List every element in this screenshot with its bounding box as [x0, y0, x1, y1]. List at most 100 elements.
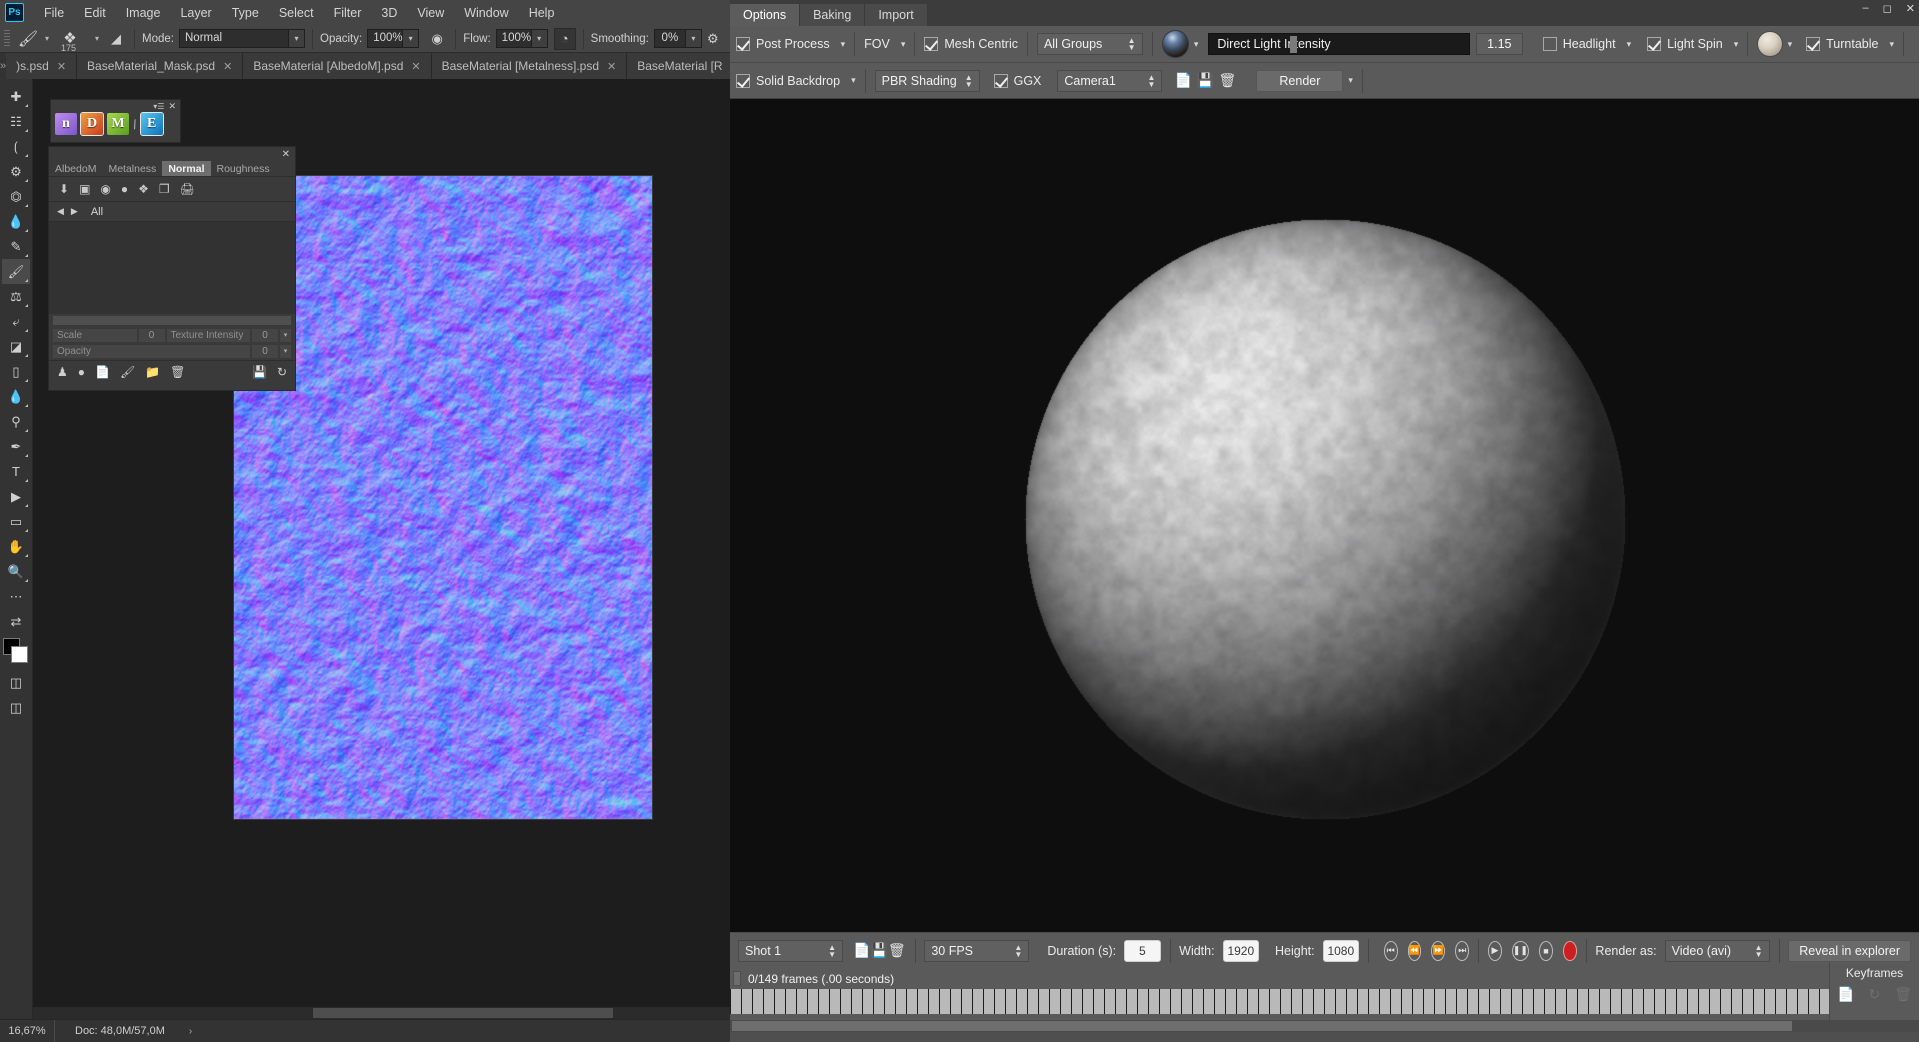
backdrop-color-swatch[interactable] [1757, 31, 1783, 57]
light-spin-chevron-down-icon[interactable]: ▾ [1734, 39, 1739, 50]
light-spin-toggle[interactable]: Light Spin ▾ [1647, 37, 1738, 51]
new-layer-icon[interactable]: 📄 [95, 365, 110, 379]
tool-clone-stamp[interactable]: ⚖ [2, 284, 30, 309]
tool-quick-select[interactable]: ⚙ [2, 159, 30, 184]
tab-baking[interactable]: Baking [800, 4, 866, 26]
headlight-chevron-down-icon[interactable]: ▾ [1627, 39, 1632, 50]
tool-quick-mask[interactable]: ◫ [2, 670, 30, 695]
tool-shape[interactable]: ▭ [2, 509, 30, 534]
maximize-icon[interactable]: ◻ [1883, 2, 1892, 15]
reveal-in-explorer-button[interactable]: Reveal in explorer [1788, 939, 1911, 962]
solid-backdrop-chevron-down-icon[interactable]: ▾ [851, 75, 856, 86]
canvas-horizontal-scrollbar[interactable] [33, 1007, 730, 1019]
render-format-select[interactable]: Video (avi) ▲ ▼ [1664, 939, 1770, 962]
tool-lasso[interactable]: ⟮ [2, 134, 30, 159]
import-icon[interactable]: ⬇ [59, 182, 69, 196]
tool-gradient[interactable]: ▯ [2, 359, 30, 384]
menu-help[interactable]: Help [519, 3, 565, 23]
menu-3d[interactable]: 3D [371, 3, 407, 23]
foreground-color-swatch[interactable] [11, 646, 28, 663]
solid-backdrop-toggle[interactable]: Solid Backdrop ▾ [736, 73, 856, 88]
material-panel-close-icon[interactable]: ✕ [282, 149, 290, 160]
save-shot-icon[interactable]: 💾 [870, 940, 887, 962]
tab-metalness[interactable]: Metalness [102, 161, 162, 176]
export-icon[interactable]: 🖨 [180, 182, 195, 196]
light-intensity-field[interactable]: 1.15 [1475, 33, 1523, 55]
timeline-handle[interactable] [733, 971, 741, 986]
texture-intensity-value[interactable]: 0 [252, 328, 278, 342]
channel-panel-close-icon[interactable]: ✕ [168, 101, 176, 112]
add-layer-icon[interactable]: ● [121, 182, 128, 196]
stop-icon[interactable]: ■ [1538, 940, 1553, 961]
timeline-ticks[interactable] [730, 989, 1919, 1014]
doc-tab-3[interactable]: BaseMaterial [Metalness].psd ✕ [431, 53, 628, 79]
record-icon[interactable] [1562, 940, 1577, 961]
tool-eraser[interactable]: ◪ [2, 334, 30, 359]
smoothing-select[interactable]: 0% ▾ [653, 29, 702, 48]
flow-select[interactable]: 100% ▾ [495, 29, 548, 48]
tab-normal[interactable]: Normal [162, 161, 211, 176]
pause-icon[interactable]: ❚❚ [1511, 940, 1529, 961]
height-input[interactable]: 1080 [1322, 939, 1360, 962]
reset-keyframe-icon[interactable]: ↻ [1868, 986, 1880, 1003]
tool-eyedropper[interactable]: 💧 [2, 209, 30, 234]
material-preview-icon[interactable]: ♟ [57, 365, 68, 379]
refresh-texture-icon[interactable]: ▣ [79, 182, 90, 196]
delete-keyframe-icon[interactable]: 🗑 [1894, 986, 1912, 1003]
new-shot-icon[interactable]: 📄 [853, 940, 870, 962]
folder-icon[interactable]: 📁 [145, 365, 160, 379]
tool-crop[interactable]: ⏣ [2, 184, 30, 209]
tool-pen[interactable]: ✒ [2, 434, 30, 459]
doc-tab-4[interactable]: BaseMaterial [R [627, 53, 734, 79]
tool-extras[interactable]: ⇄ [2, 609, 30, 634]
normal-map-document[interactable] [233, 175, 653, 820]
tool-blur[interactable]: 💧 [2, 384, 30, 409]
new-camera-icon[interactable]: 📄 [1172, 70, 1194, 92]
doc-tab-1[interactable]: BaseMaterial_Mask.psd ✕ [77, 53, 244, 79]
reset-icon[interactable]: ↻ [277, 365, 287, 379]
backdrop-chevron-down-icon[interactable]: ▾ [1788, 39, 1793, 50]
post-process-chevron-down-icon[interactable]: ▾ [841, 39, 846, 50]
sky-preview-sphere[interactable] [1161, 30, 1189, 58]
brush-settings-toggle[interactable]: ◢ [105, 28, 127, 50]
opacity-value[interactable]: 0 [252, 344, 278, 358]
tab-albedom[interactable]: AlbedoM [49, 161, 102, 176]
close-icon[interactable]: ✕ [1906, 2, 1915, 15]
paint-icon[interactable]: ❖ [138, 182, 149, 196]
menu-type[interactable]: Type [222, 3, 269, 23]
timeline-scrollbar[interactable] [730, 1020, 1919, 1032]
delete-shot-icon[interactable]: 🗑 [888, 940, 906, 962]
tool-healing-brush[interactable]: ✎ [2, 234, 30, 259]
delete-camera-icon[interactable]: 🗑 [1216, 70, 1238, 92]
turntable-chevron-down-icon[interactable]: ▾ [1889, 39, 1894, 50]
scale-value[interactable]: 0 [138, 328, 165, 342]
brush-size-chevron-down-icon[interactable]: ▾ [95, 34, 99, 43]
doc-tab-1-close-icon[interactable]: ✕ [223, 60, 232, 73]
doc-tab-0[interactable]: )s.psd ✕ [6, 53, 78, 79]
tool-path-selection[interactable]: ▶ [2, 484, 30, 509]
displacement-channel-icon[interactable]: D [80, 112, 104, 136]
add-keyframe-icon[interactable]: 📄 [1837, 986, 1854, 1003]
timeline-scrollbar-thumb[interactable] [732, 1021, 1792, 1031]
jump-start-icon[interactable]: ⏮ [1383, 940, 1398, 961]
tab-roughness[interactable]: Roughness [211, 161, 276, 176]
fps-select[interactable]: 30 FPS ▲ ▼ [924, 939, 1030, 962]
menu-layer[interactable]: Layer [170, 3, 221, 23]
sky-chevron-down-icon[interactable]: ▾ [1194, 39, 1199, 50]
menu-file[interactable]: File [34, 3, 74, 23]
tab-options[interactable]: Options [730, 4, 801, 26]
blend-mode-select[interactable]: Normal ▾ [179, 29, 305, 48]
light-property-field[interactable]: Direct Light Intensity [1208, 33, 1470, 55]
camera-select[interactable]: Camera1 ▲ ▼ [1057, 69, 1163, 92]
menu-window[interactable]: Window [454, 3, 518, 23]
scrollbar-thumb[interactable] [313, 1008, 613, 1018]
marmoset-3d-viewport[interactable] [730, 99, 1919, 939]
marmoset-timeline[interactable] [730, 989, 1919, 1032]
tool-zoom[interactable]: 🔍 [2, 559, 30, 584]
mesh-centric-toggle[interactable]: Mesh Centric [924, 37, 1018, 51]
panel-menu-icon[interactable]: ▾☰ [153, 102, 164, 111]
doc-tab-3-close-icon[interactable]: ✕ [607, 60, 616, 73]
render-chevron-down-icon[interactable]: ▾ [1348, 75, 1353, 86]
duration-input[interactable]: 5 [1124, 939, 1161, 962]
tool-move[interactable]: ✚ [2, 84, 30, 109]
